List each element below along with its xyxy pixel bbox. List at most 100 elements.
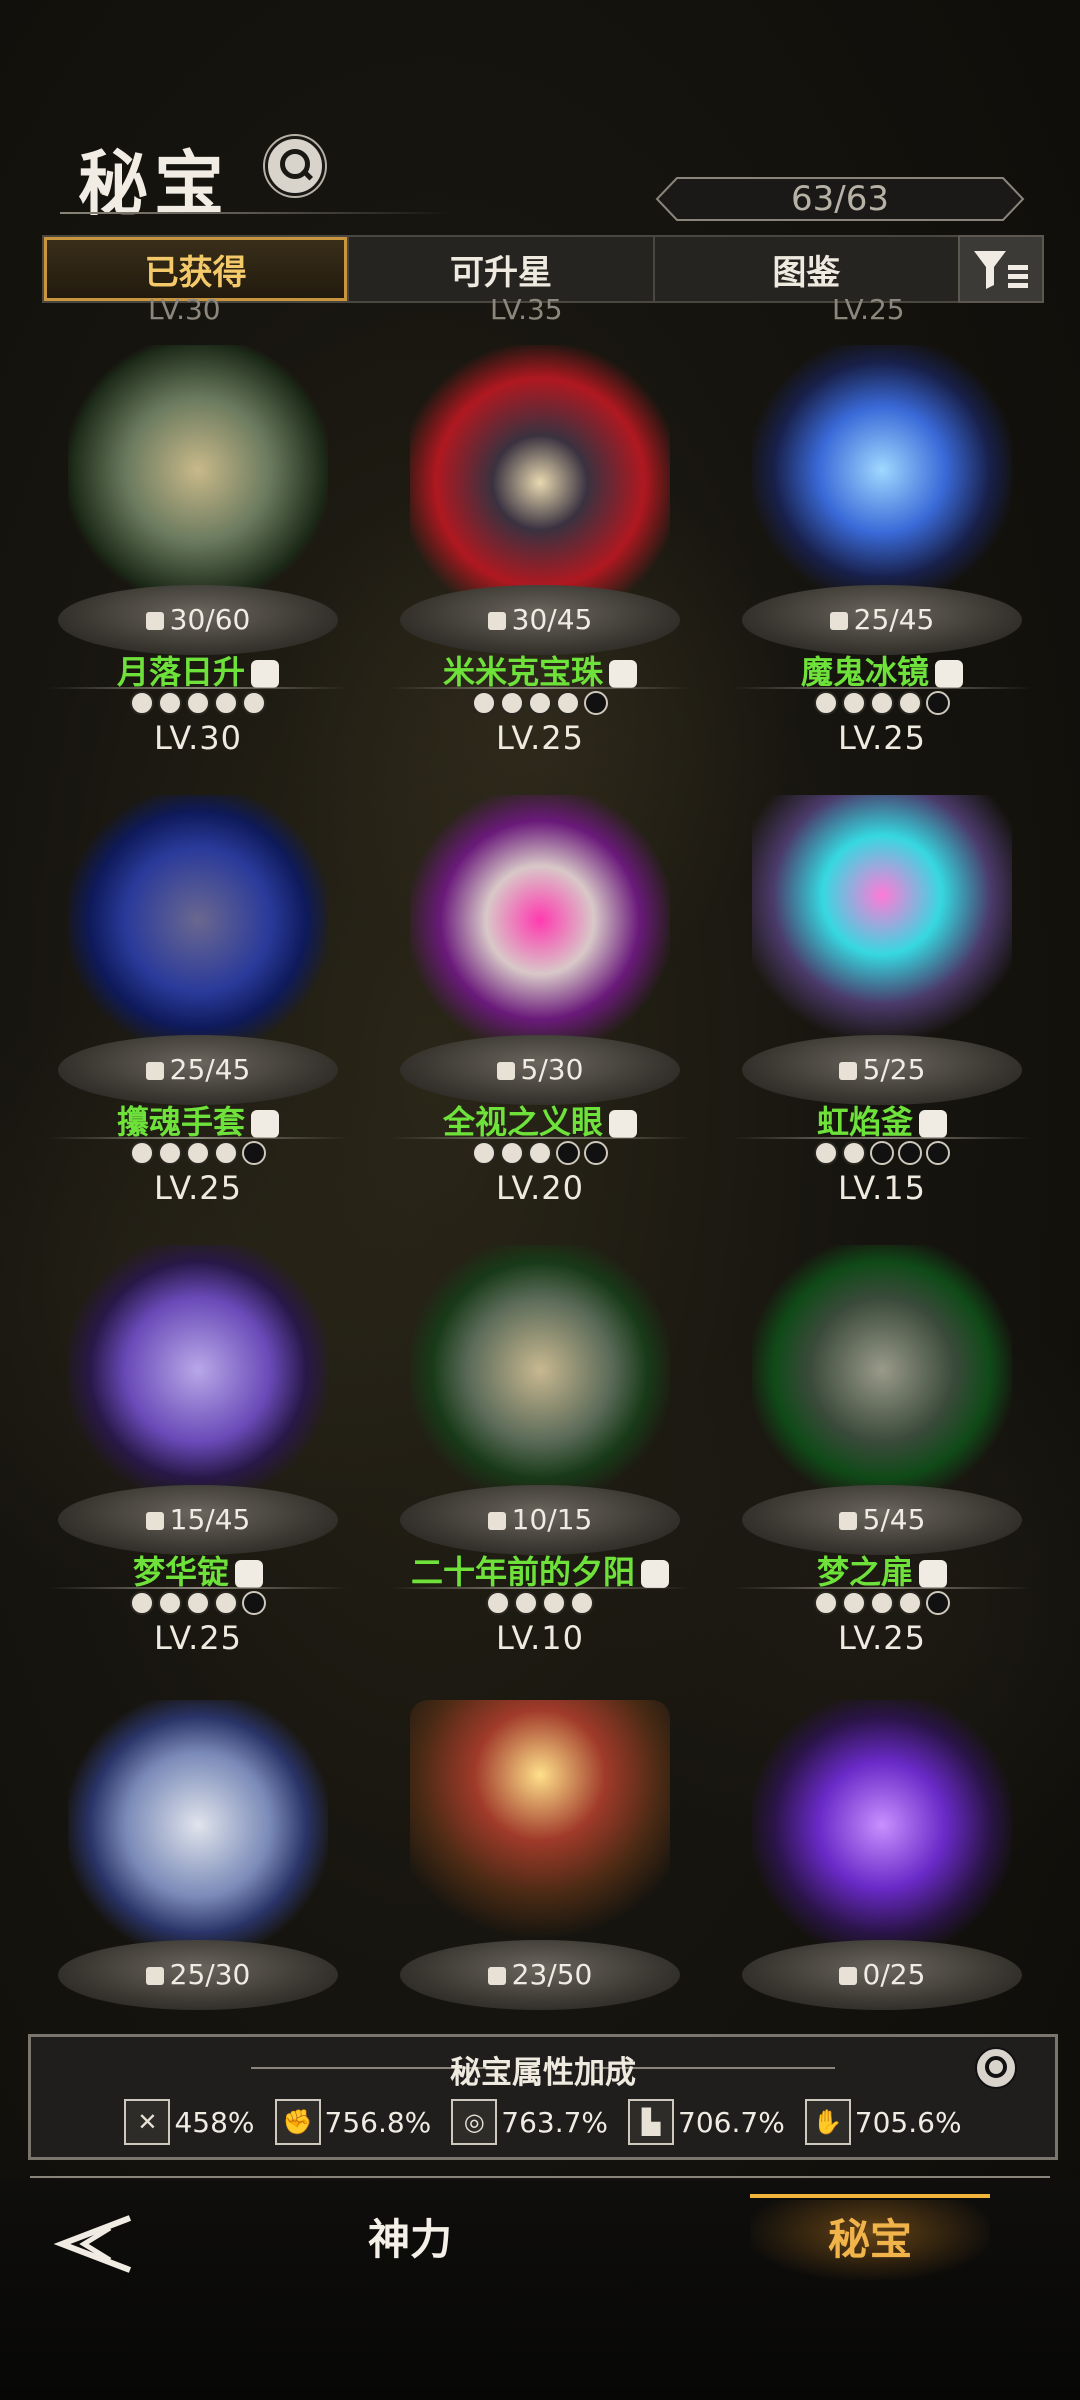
star-filled-icon: [870, 1591, 894, 1615]
treasure-level: LV.30: [154, 719, 242, 757]
star-empty-icon: [898, 1141, 922, 1165]
attribute-type-icon: [235, 1560, 263, 1588]
star-empty-icon: [870, 1141, 894, 1165]
star-rating: [732, 1141, 1032, 1165]
fragment-count: 25/45: [732, 603, 1032, 636]
treasure-art-shattered-glass-portrait: [68, 345, 328, 595]
treasure-level: LV.20: [496, 1169, 584, 1207]
star-rating: [48, 1591, 348, 1615]
star-filled-icon: [814, 691, 838, 715]
fragment-text: 0/25: [862, 1958, 926, 1991]
nav-divider: [30, 2176, 1050, 2178]
star-filled-icon: [214, 1591, 238, 1615]
puzzle-piece-icon: [829, 612, 848, 630]
star-filled-icon: [898, 691, 922, 715]
puzzle-piece-icon: [145, 1062, 164, 1080]
tab-upgradable[interactable]: 可升星: [349, 237, 655, 301]
star-filled-icon: [514, 1591, 538, 1615]
treasure-art-rainbow-flame-cauldron: [752, 795, 1012, 1045]
filter-button[interactable]: [958, 235, 1044, 303]
attribute-type-icon: [919, 1110, 947, 1138]
fragment-count: 0/25: [732, 1958, 1032, 1991]
treasure-name-text: 虹焰釜: [816, 1103, 913, 1141]
star-rating: [390, 1141, 690, 1165]
fragment-text: 25/45: [169, 1053, 251, 1086]
puzzle-piece-icon: [145, 612, 164, 630]
filter-icon: [974, 251, 1028, 289]
fragment-text: 5/25: [862, 1053, 926, 1086]
treasure-level: LV.25: [154, 1169, 242, 1207]
fragment-text: 30/45: [511, 603, 593, 636]
back-button[interactable]: [50, 2204, 150, 2284]
star-filled-icon: [898, 1591, 922, 1615]
treasure-name-text: 米米克宝珠: [442, 653, 603, 691]
stat-agility: ▙ 706.7%: [628, 2099, 785, 2145]
puzzle-piece-icon: [487, 1512, 506, 1530]
star-filled-icon: [870, 691, 894, 715]
partial-level: LV.35: [490, 293, 563, 326]
fragment-count: 10/15: [390, 1503, 690, 1536]
bonus-detail-button[interactable]: [975, 2047, 1017, 2089]
stat-magic: ◎ 763.7%: [451, 2099, 608, 2145]
treasure-art-dream-door: [752, 1245, 1012, 1495]
treasure-art-all-seeing-eye: [410, 795, 670, 1045]
stat-attack: ✕ 458%: [124, 2099, 255, 2145]
star-filled-icon: [186, 691, 210, 715]
tab-codex[interactable]: 图鉴: [655, 237, 958, 301]
fragment-count: 5/30: [390, 1053, 690, 1086]
fragment-count: 5/45: [732, 1503, 1032, 1536]
nav-tab-treasure[interactable]: 秘宝: [750, 2194, 990, 2280]
fragment-text: 30/60: [169, 603, 251, 636]
bottom-nav: 神力 秘宝: [0, 2180, 1080, 2400]
star-filled-icon: [158, 1141, 182, 1165]
fragment-text: 10/15: [511, 1503, 593, 1536]
collection-count: 63/63: [655, 176, 1025, 222]
fragment-text: 23/50: [511, 1958, 593, 1991]
fragment-count: 25/45: [48, 1053, 348, 1086]
star-filled-icon: [158, 691, 182, 715]
treasure-level: LV.10: [496, 1619, 584, 1657]
fragment-count: 30/45: [390, 603, 690, 636]
treasure-name-text: 梦之扉: [816, 1553, 913, 1591]
treasure-name-text: 攥魂手套: [116, 1103, 245, 1141]
stat-value: 706.7%: [678, 2105, 785, 2139]
partial-level: LV.30: [148, 293, 221, 326]
puzzle-piece-icon: [496, 1062, 515, 1080]
star-filled-icon: [842, 1141, 866, 1165]
star-rating: [390, 1591, 690, 1615]
stat-spirit: ✋ 705.6%: [804, 2099, 962, 2145]
fragment-count: 5/25: [732, 1053, 1032, 1086]
treasure-level: LV.25: [154, 1619, 242, 1657]
star-filled-icon: [186, 1141, 210, 1165]
star-filled-icon: [186, 1591, 210, 1615]
star-empty-icon: [242, 1591, 266, 1615]
star-filled-icon: [486, 1591, 510, 1615]
name-divider: [732, 1587, 1032, 1589]
tab-obtained[interactable]: 已获得: [44, 237, 350, 301]
search-icon: [985, 2056, 1007, 2078]
star-filled-icon: [814, 1141, 838, 1165]
name-divider: [732, 687, 1032, 689]
attribute-type-icon: [609, 660, 637, 688]
stat-value: 763.7%: [501, 2105, 609, 2139]
star-empty-icon: [926, 691, 950, 715]
star-filled-icon: [214, 691, 238, 715]
search-button[interactable]: [265, 136, 325, 196]
attribute-type-icon: [609, 1110, 637, 1138]
puzzle-piece-icon: [487, 1967, 506, 1985]
star-filled-icon: [130, 691, 154, 715]
puzzle-piece-icon: [145, 1967, 164, 1985]
treasure-level: LV.25: [838, 719, 926, 757]
puzzle-piece-icon: [838, 1512, 857, 1530]
name-divider: [48, 1137, 348, 1139]
bonus-title: 秘宝属性加成: [450, 2055, 636, 2091]
star-filled-icon: [158, 1591, 182, 1615]
name-divider: [390, 1587, 690, 1589]
puzzle-piece-icon: [145, 1512, 164, 1530]
nav-tab-power[interactable]: 神力: [270, 2200, 550, 2280]
attribute-type-icon: [251, 660, 279, 688]
name-divider: [732, 1137, 1032, 1139]
fragment-text: 25/30: [169, 1958, 251, 1991]
star-rating: [48, 691, 348, 715]
treasure-art-demon-ice-mirror: [752, 345, 1012, 595]
